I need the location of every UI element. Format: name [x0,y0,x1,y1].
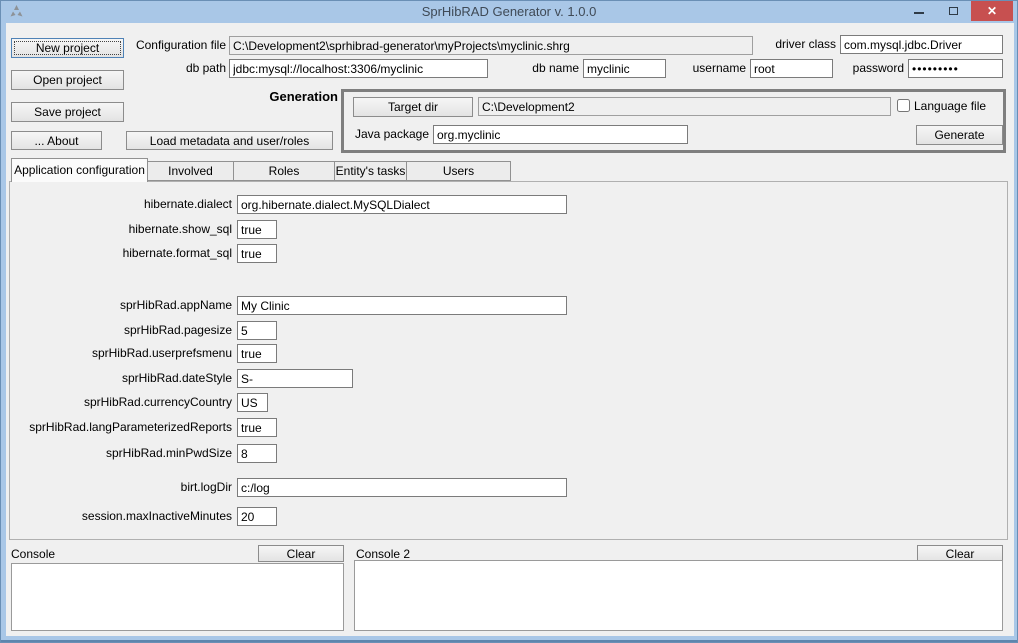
maximize-button[interactable] [936,1,971,21]
form-row: sprHibRad.pagesize [10,321,277,340]
form-row: hibernate.dialect [10,195,567,214]
db-name-label: db name [516,59,579,78]
window-controls: ✕ [901,1,1013,21]
form-row: sprHibRad.appName [10,296,567,315]
target-dir-button[interactable]: Target dir [353,97,473,117]
birt-logdir-label: birt.logDir [10,478,232,497]
password-field[interactable] [908,59,1003,78]
sprhibrad-datestyle-label: sprHibRad.dateStyle [10,369,232,388]
configuration-file-label: Configuration file [101,36,226,55]
session-maxinactiveminutes-field[interactable] [237,507,277,526]
sprhibrad-minpwdsize-field[interactable] [237,444,277,463]
driver-class-label: driver class [761,35,836,54]
sprhibrad-pagesize-field[interactable] [237,321,277,340]
username-label: username [683,59,746,78]
tab-users-management[interactable]: Users management [406,161,511,181]
form-row: sprHibRad.currencyCountry [10,393,268,412]
hibernate-show-sql-field[interactable] [237,220,277,239]
sprhibrad-appname-label: sprHibRad.appName [10,296,232,315]
application-configuration-panel: hibernate.dialect hibernate.show_sql hib… [9,181,1008,540]
sprhibrad-pagesize-label: sprHibRad.pagesize [10,321,232,340]
form-row: sprHibRad.langParameterizedReports [10,418,277,437]
tab-application-configuration[interactable]: Application configuration [11,158,148,182]
generation-section-label: Generation [231,89,338,104]
db-name-field[interactable] [583,59,666,78]
form-row: sprHibRad.userprefsmenu [10,344,277,363]
java-package-field[interactable] [433,125,688,144]
window-title: SprHibRAD Generator v. 1.0.0 [1,4,1017,19]
birt-logdir-field[interactable] [237,478,567,497]
driver-class-field[interactable] [840,35,1003,54]
about-button[interactable]: ... About [11,131,102,150]
db-path-label: db path [156,59,226,78]
sprhibrad-userprefsmenu-label: sprHibRad.userprefsmenu [10,344,232,363]
sprhibrad-langparameterizedreports-label: sprHibRad.langParameterizedReports [10,418,232,437]
minimize-icon [914,12,924,14]
tab-entitys-tasks[interactable]: Entity's tasks [334,161,407,181]
console-label: Console [11,545,71,564]
tab-roles-management[interactable]: Roles management [233,161,335,181]
load-metadata-button[interactable]: Load metadata and user/roles [126,131,333,150]
tab-involved-entities[interactable]: Involved entities [147,161,234,181]
titlebar: SprHibRAD Generator v. 1.0.0 ✕ [1,1,1017,23]
java-package-label: Java package [349,125,429,144]
hibernate-dialect-field[interactable] [237,195,567,214]
sprhibrad-currencycountry-field[interactable] [237,393,268,412]
db-path-field[interactable] [229,59,488,78]
configuration-file-field[interactable] [229,36,753,55]
sprhibrad-langparameterizedreports-field[interactable] [237,418,277,437]
hibernate-format-sql-label: hibernate.format_sql [10,244,232,263]
username-field[interactable] [750,59,833,78]
form-row: hibernate.show_sql [10,220,277,239]
close-button[interactable]: ✕ [971,1,1013,21]
open-project-button[interactable]: Open project [11,70,124,90]
console-clear-button[interactable]: Clear [258,545,344,562]
console-output[interactable] [11,563,344,631]
sprhibrad-minpwdsize-label: sprHibRad.minPwdSize [10,444,232,463]
hibernate-format-sql-field[interactable] [237,244,277,263]
form-row: sprHibRad.dateStyle [10,369,353,388]
generate-button[interactable]: Generate [916,125,1003,145]
target-dir-field[interactable] [478,97,891,116]
minimize-button[interactable] [901,1,936,21]
save-project-button[interactable]: Save project [11,102,124,122]
language-file-checkbox[interactable] [897,99,910,112]
app-window: SprHibRAD Generator v. 1.0.0 ✕ New proje… [0,0,1018,643]
maximize-icon [949,7,958,15]
form-row: sprHibRad.minPwdSize [10,444,277,463]
form-row: hibernate.format_sql [10,244,277,263]
hibernate-show-sql-label: hibernate.show_sql [10,220,232,239]
form-row: birt.logDir [10,478,567,497]
password-label: password [841,59,904,78]
sprhibrad-datestyle-field[interactable] [237,369,353,388]
language-file-label: Language file [914,99,986,113]
sprhibrad-currencycountry-label: sprHibRad.currencyCountry [10,393,232,412]
session-maxinactiveminutes-label: session.maxInactiveMinutes [10,507,232,526]
hibernate-dialect-label: hibernate.dialect [10,195,232,214]
sprhibrad-userprefsmenu-field[interactable] [237,344,277,363]
console2-output[interactable] [354,560,1003,631]
form-row: session.maxInactiveMinutes [10,507,277,526]
sprhibrad-appname-field[interactable] [237,296,567,315]
